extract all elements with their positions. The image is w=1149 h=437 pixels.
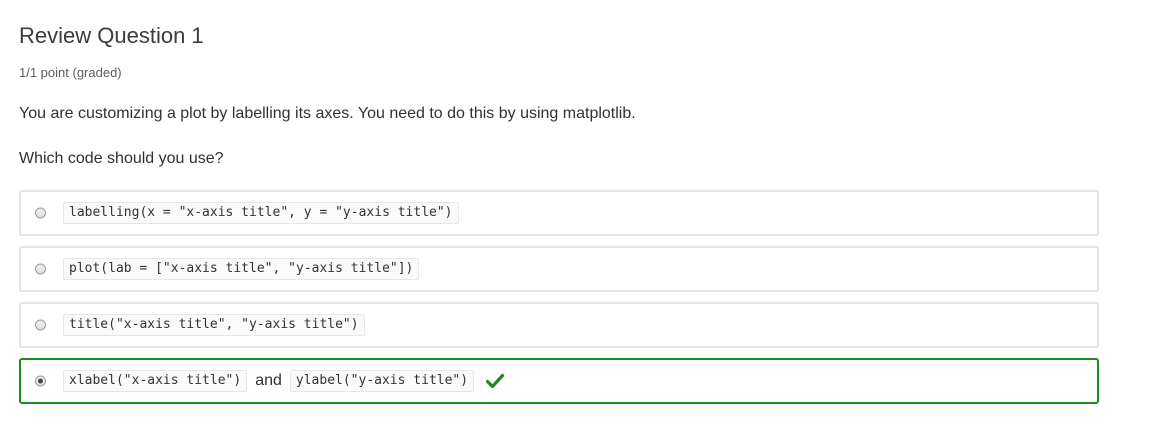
choice-label: title("x-axis title", "y-axis title") bbox=[63, 314, 365, 336]
choice-label: plot(lab = ["x-axis title", "y-axis titl… bbox=[63, 258, 420, 280]
answer-choices: labelling(x = "x-axis title", y = "y-axi… bbox=[19, 190, 1099, 414]
radio-button-selected[interactable] bbox=[35, 375, 46, 387]
code-snippet: plot(lab = ["x-axis title", "y-axis titl… bbox=[63, 258, 420, 280]
code-snippet: xlabel("x-axis title") bbox=[63, 370, 248, 392]
question-prompt: You are customizing a plot by labelling … bbox=[19, 105, 636, 122]
question-subprompt: Which code should you use? bbox=[19, 150, 224, 167]
choice-joiner: and bbox=[255, 372, 282, 389]
choice-option-1[interactable]: labelling(x = "x-axis title", y = "y-axi… bbox=[19, 190, 1099, 236]
code-snippet: title("x-axis title", "y-axis title") bbox=[63, 314, 365, 336]
check-icon bbox=[486, 373, 505, 389]
radio-button[interactable] bbox=[35, 319, 46, 331]
code-snippet: labelling(x = "x-axis title", y = "y-axi… bbox=[63, 202, 459, 224]
grade-status: 1/1 point (graded) bbox=[19, 65, 122, 80]
radio-button[interactable] bbox=[35, 263, 46, 275]
question-title: Review Question 1 bbox=[19, 23, 204, 48]
choice-option-3[interactable]: title("x-axis title", "y-axis title") bbox=[19, 302, 1099, 348]
choice-label: labelling(x = "x-axis title", y = "y-axi… bbox=[63, 202, 459, 224]
choice-option-4[interactable]: xlabel("x-axis title") and ylabel("y-axi… bbox=[19, 358, 1099, 404]
choice-option-2[interactable]: plot(lab = ["x-axis title", "y-axis titl… bbox=[19, 246, 1099, 292]
choice-label: xlabel("x-axis title") and ylabel("y-axi… bbox=[63, 370, 505, 392]
code-snippet-2: ylabel("y-axis title") bbox=[289, 370, 475, 392]
radio-button[interactable] bbox=[35, 207, 46, 219]
